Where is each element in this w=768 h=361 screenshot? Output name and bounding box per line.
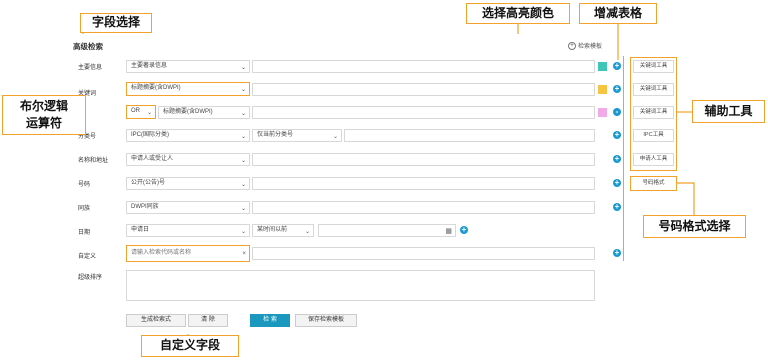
custom-code-placeholder: 请输入检索代码或名称	[131, 250, 192, 256]
field-select-value: 公开(公告)号	[131, 180, 165, 186]
value-input-keyword-2[interactable]	[252, 106, 595, 119]
row-label-super-sort: 超级排序	[78, 275, 103, 281]
chevron-down-icon: ⌄	[240, 206, 246, 212]
callout-field-select: 字段选择	[80, 13, 152, 33]
value-input-custom[interactable]	[252, 247, 595, 260]
chevron-down-icon: ⌄	[332, 134, 338, 140]
scope-select-value: 仅当前分类号	[257, 132, 294, 138]
field-select-name-address[interactable]: 申请人或受让人 ⌄	[126, 153, 250, 166]
chevron-down-icon: ⌄	[240, 65, 246, 71]
field-select-value: DWPI同族	[131, 204, 159, 210]
remove-row-button[interactable]: -	[613, 108, 621, 116]
date-range-select[interactable]: 某时间以前 ⌄	[252, 224, 314, 237]
callout-number-format: 号码格式选择	[643, 215, 746, 238]
field-select-date[interactable]: 申请日 ⌄	[126, 224, 250, 237]
calendar-icon[interactable]: ▦	[445, 227, 452, 235]
field-select-keyword-2[interactable]: 标题摘要(含DWPI) ⌄	[158, 106, 250, 119]
callout-bool-line2: 运算符	[25, 116, 62, 130]
bool-operator-select[interactable]: OR ⌄	[126, 105, 156, 119]
keyword-tool-button[interactable]: 关键词工具	[633, 83, 674, 96]
add-row-button[interactable]: +	[613, 131, 621, 139]
value-input-family[interactable]	[252, 201, 595, 214]
field-select-value: 主要著录信息	[131, 63, 168, 69]
chevron-down-icon: ⌄	[240, 182, 246, 188]
applicant-tool-button[interactable]: 申请人工具	[633, 153, 674, 166]
add-row-button[interactable]: +	[613, 155, 621, 163]
generate-query-button[interactable]: 生成检索式	[126, 314, 186, 327]
super-sort-textarea[interactable]	[126, 270, 595, 301]
add-row-button[interactable]: +	[613, 203, 621, 211]
row-label-number: 号码	[78, 182, 91, 188]
keyword-tool-button[interactable]: 关键词工具	[633, 106, 674, 119]
number-format-button[interactable]: 号码格式	[630, 176, 677, 191]
callout-highlight-color: 选择高亮颜色	[466, 3, 570, 24]
chevron-down-icon: ⌄	[240, 111, 246, 117]
value-input-number[interactable]	[252, 177, 595, 190]
chevron-down-icon: ⌄	[304, 229, 310, 235]
clear-button[interactable]: 清 除	[188, 314, 228, 327]
date-input[interactable]: ▦	[318, 224, 456, 237]
field-select-value: 申请日	[131, 227, 150, 233]
ipc-tool-button[interactable]: IPC工具	[633, 129, 674, 142]
add-row-button[interactable]: +	[613, 85, 621, 93]
save-template-button[interactable]: 保存检索模板	[295, 314, 357, 327]
field-select-classification[interactable]: IPC(国际分类) ⌄	[126, 129, 250, 142]
chevron-down-icon: ⌄	[240, 134, 246, 140]
field-select-value: 标题摘要(含DWPI)	[163, 109, 213, 115]
op-column-divider	[623, 56, 624, 261]
search-button[interactable]: 检 索	[250, 314, 290, 327]
classification-scope-select[interactable]: 仅当前分类号 ⌄	[252, 129, 342, 142]
callout-add-remove-rows: 增减表格	[579, 3, 657, 24]
field-select-main-info[interactable]: 主要著录信息 ⌄	[126, 60, 250, 73]
callout-bool-line1: 布尔逻辑	[19, 99, 68, 113]
highlight-color-yellow[interactable]	[598, 85, 607, 94]
connector-number-format	[676, 182, 695, 216]
add-date-button[interactable]: +	[460, 226, 468, 234]
field-select-value: 申请人或受让人	[131, 156, 174, 162]
callout-helper-tools: 辅助工具	[692, 100, 765, 123]
chevron-down-icon: ⌄	[146, 110, 152, 116]
field-select-value: IPC(国际分类)	[131, 132, 169, 138]
add-row-button[interactable]: +	[613, 62, 621, 70]
clear-icon[interactable]: ×	[242, 247, 246, 261]
callout-custom-field: 自定义字段	[141, 335, 239, 357]
keyword-tool-button[interactable]: 关键词工具	[633, 60, 674, 73]
search-template-link[interactable]: + 检索模板	[568, 41, 603, 51]
field-select-family[interactable]: DWPI同族 ⌄	[126, 201, 250, 214]
chevron-down-icon: ⌄	[240, 158, 246, 164]
field-select-number[interactable]: 公开(公告)号 ⌄	[126, 177, 250, 190]
value-input-main-info[interactable]	[252, 60, 595, 73]
add-row-button[interactable]: +	[613, 249, 621, 257]
value-input-name-address[interactable]	[252, 153, 595, 166]
value-input-keyword[interactable]	[252, 83, 595, 96]
row-label-name-address: 名称和地址	[78, 158, 109, 164]
row-label-family: 同族	[78, 206, 91, 212]
date-range-value: 某时间以前	[257, 227, 288, 233]
row-label-main-info: 主要信息	[78, 65, 103, 71]
field-select-keyword[interactable]: 标题摘要(含DWPI) ⌄	[126, 82, 250, 96]
highlight-color-teal[interactable]	[598, 62, 607, 71]
custom-code-input[interactable]: 请输入检索代码或名称 ×	[126, 245, 250, 262]
plus-circle-icon: +	[568, 42, 576, 51]
highlight-color-pink[interactable]	[598, 108, 607, 117]
field-select-value: 标题摘要(含DWPI)	[131, 85, 181, 91]
panel-title: 高级检索	[73, 42, 103, 51]
chevron-down-icon: ⌄	[240, 229, 246, 235]
bool-operator-value: OR	[131, 108, 140, 114]
value-input-classification[interactable]	[344, 129, 595, 142]
add-row-button[interactable]: +	[613, 179, 621, 187]
row-label-custom: 自定义	[78, 254, 97, 260]
row-label-date: 日期	[78, 230, 91, 236]
callout-bool-operator: 布尔逻辑 运算符	[2, 95, 86, 135]
chevron-down-icon: ⌄	[240, 87, 246, 93]
search-template-label: 检索模板	[578, 44, 603, 50]
